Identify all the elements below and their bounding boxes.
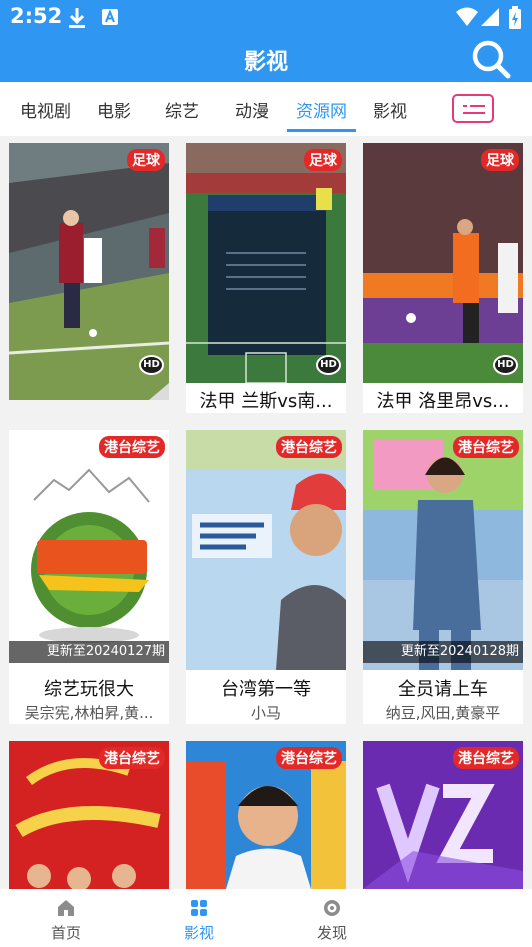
video-thumbnail xyxy=(363,430,523,670)
compass-icon xyxy=(324,900,340,916)
tab-tv-series[interactable]: 电视剧 xyxy=(20,97,71,122)
video-cast: 小马 xyxy=(250,704,281,722)
tab-film[interactable]: 影视 xyxy=(373,97,407,122)
notification-app-icon xyxy=(102,9,118,25)
bottom-navigation: 首页 影视 发现 xyxy=(0,889,532,947)
tab-resources[interactable]: 资源网 xyxy=(296,97,347,122)
category-tag: 港台综艺 xyxy=(276,436,342,458)
home-icon xyxy=(58,900,74,916)
nav-home[interactable]: 首页 xyxy=(21,889,111,947)
tab-list-icon[interactable] xyxy=(452,94,494,123)
video-cast: 纳豆,风田,黄豪平 xyxy=(385,704,501,722)
video-card[interactable]: 港台综艺 xyxy=(363,741,523,889)
category-tag: 港台综艺 xyxy=(453,436,519,458)
category-tag: 港台综艺 xyxy=(99,436,165,458)
tab-anime[interactable]: 动漫 xyxy=(235,97,269,122)
wifi-icon xyxy=(456,7,478,26)
video-card[interactable]: 足球 HD 法甲 洛里昂vs... xyxy=(363,143,523,413)
video-card[interactable]: 港台综艺 更新至20240128期 全员请上车 纳豆,风田,黄豪平 xyxy=(363,430,523,724)
video-thumbnail xyxy=(9,430,169,670)
video-cast: 吴宗宪,林柏昇,黄... xyxy=(24,704,154,722)
nav-film[interactable]: 影视 xyxy=(154,889,244,947)
app-bar: 影视 xyxy=(0,36,532,82)
video-card[interactable]: 港台综艺 xyxy=(186,741,346,889)
video-thumbnail xyxy=(186,143,346,383)
nav-discover-label: 发现 xyxy=(316,924,347,942)
grid-icon xyxy=(191,900,207,916)
active-tab-indicator xyxy=(287,129,356,132)
video-title: 法甲 洛里昂vs... xyxy=(376,391,510,412)
category-tag: 港台综艺 xyxy=(453,747,519,769)
video-card[interactable]: 足球 HD 法甲 兰斯vs南... xyxy=(186,143,346,413)
category-tag: 足球 xyxy=(304,149,342,171)
hd-badge: HD xyxy=(139,355,164,375)
video-thumbnail xyxy=(363,143,523,383)
download-icon xyxy=(69,8,85,28)
tab-variety[interactable]: 综艺 xyxy=(165,97,199,122)
nav-home-label: 首页 xyxy=(50,924,81,942)
status-time: 2:52 xyxy=(10,4,63,28)
video-thumbnail xyxy=(186,430,346,670)
category-tag: 足球 xyxy=(481,149,519,171)
video-card[interactable]: 足球 HD xyxy=(9,143,169,400)
tab-movies[interactable]: 电影 xyxy=(97,97,131,122)
app-screen: 2:52 影视 电视剧 电影 综艺 动漫 资源网 影视 足球 HD 足球 HD … xyxy=(0,0,532,947)
video-card[interactable]: 港台综艺 xyxy=(9,741,169,889)
hd-badge: HD xyxy=(493,355,518,375)
page-title: 影视 xyxy=(243,50,288,75)
status-bar: 2:52 xyxy=(0,0,532,36)
category-tag: 港台综艺 xyxy=(99,747,165,769)
video-title: 台湾第一等 xyxy=(221,679,311,700)
hd-badge: HD xyxy=(316,355,341,375)
video-title: 全员请上车 xyxy=(398,679,488,700)
nav-film-label: 影视 xyxy=(183,924,214,942)
category-tabs: 电视剧 电影 综艺 动漫 资源网 影视 xyxy=(0,82,532,136)
video-title: 法甲 兰斯vs南... xyxy=(199,391,333,412)
nav-discover[interactable]: 发现 xyxy=(287,889,377,947)
signal-icon xyxy=(481,8,499,26)
category-tag: 港台综艺 xyxy=(276,747,342,769)
video-card[interactable]: 港台综艺 台湾第一等 小马 xyxy=(186,430,346,724)
video-title: 综艺玩很大 xyxy=(44,679,134,700)
video-card[interactable]: 港台综艺 更新至20240127期 综艺玩很大 吴宗宪,林柏昇,黄... xyxy=(9,430,169,724)
update-status: 更新至20240128期 xyxy=(363,641,523,663)
search-icon[interactable] xyxy=(470,38,512,80)
battery-icon xyxy=(509,6,521,29)
update-status: 更新至20240127期 xyxy=(9,641,169,663)
category-tag: 足球 xyxy=(127,149,165,171)
